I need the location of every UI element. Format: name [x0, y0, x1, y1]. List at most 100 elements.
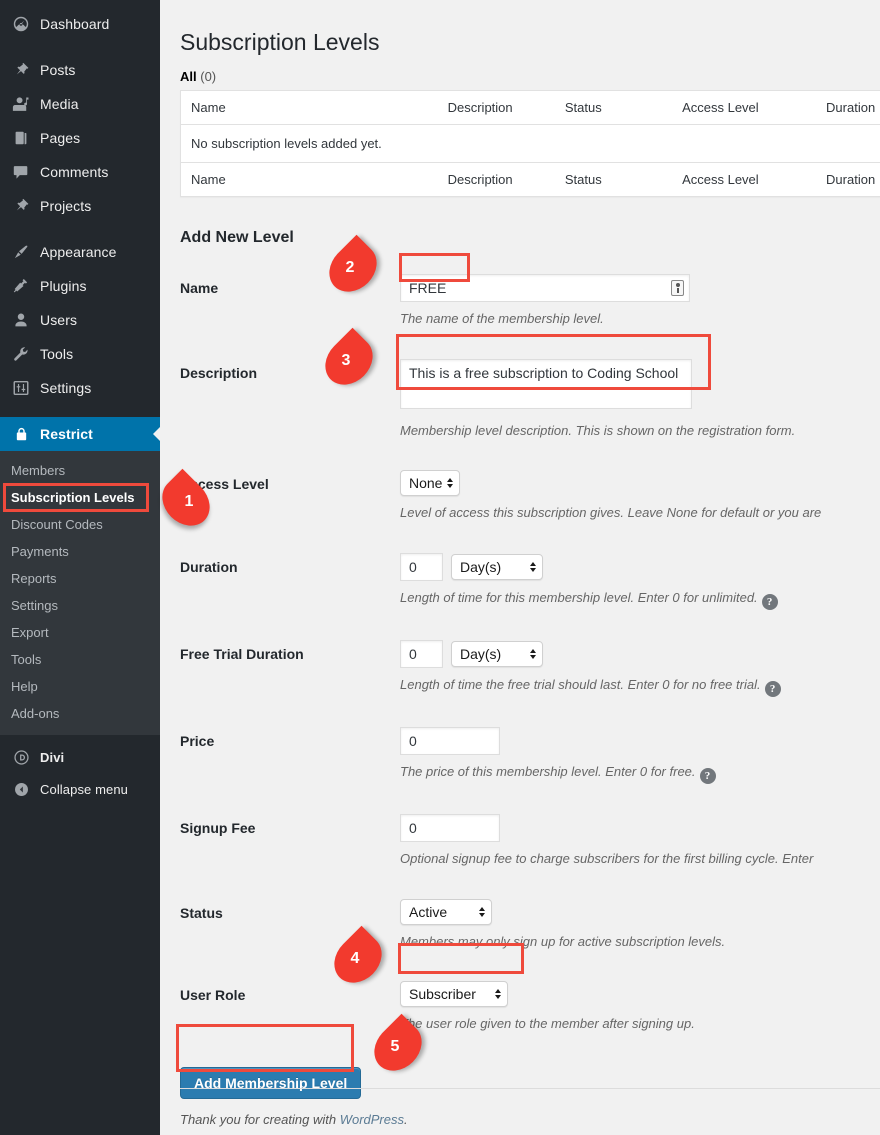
- column-footer-duration[interactable]: Duration: [816, 162, 880, 197]
- duration-unit-select[interactable]: Day(s): [451, 553, 543, 580]
- table-row: No subscription levels added yet.: [181, 125, 880, 163]
- table-body: No subscription levels added yet.: [181, 125, 880, 163]
- submenu-item-discount-codes[interactable]: Discount Codes: [0, 511, 160, 538]
- admin-sidebar: Dashboard Posts Media Pages Comments Pro…: [0, 0, 160, 1135]
- submenu-item-reports[interactable]: Reports: [0, 565, 160, 592]
- sidebar-item-label: Tools: [40, 346, 74, 362]
- free-trial-controls: Day(s): [400, 639, 880, 668]
- column-header-name[interactable]: Name: [180, 90, 438, 125]
- price-input[interactable]: [400, 727, 500, 755]
- user-role-select[interactable]: Subscriber: [400, 981, 508, 1008]
- add-membership-level-button[interactable]: Add Membership Level: [180, 1066, 362, 1099]
- sidebar-item-settings[interactable]: Settings: [0, 371, 160, 405]
- chevron-updown-icon: [530, 648, 536, 659]
- status-description: Members may only sign up for active subs…: [400, 933, 726, 949]
- submenu-item-subscription-levels[interactable]: Subscription Levels: [0, 484, 160, 511]
- plug-icon: [11, 276, 31, 296]
- column-header-duration[interactable]: Duration: [816, 90, 880, 125]
- sidebar-item-label: Comments: [40, 164, 109, 180]
- status-select[interactable]: Active: [400, 898, 492, 925]
- column-footer-name[interactable]: Name: [180, 162, 438, 197]
- submenu-item-help[interactable]: Help: [0, 673, 160, 700]
- submenu-item-settings[interactable]: Settings: [0, 592, 160, 619]
- submenu-item-tools[interactable]: Tools: [0, 646, 160, 673]
- help-icon[interactable]: ?: [761, 593, 778, 610]
- free-trial-unit-select[interactable]: Day(s): [451, 640, 543, 667]
- pin-icon: [11, 60, 31, 80]
- label-free-trial-duration: Free Trial Duration: [180, 645, 304, 662]
- submenu-item-payments[interactable]: Payments: [0, 538, 160, 565]
- sidebar-item-label: Dashboard: [40, 16, 110, 32]
- column-header-access-level[interactable]: Access Level: [672, 90, 817, 125]
- password-manager-icon[interactable]: [671, 280, 684, 296]
- sidebar-item-media[interactable]: Media: [0, 87, 160, 121]
- sidebar-item-label: Media: [40, 96, 79, 112]
- paintbrush-icon: [11, 242, 31, 262]
- sidebar-item-comments[interactable]: Comments: [0, 155, 160, 189]
- form-row-duration: Duration Day(s) Length of time for this …: [180, 538, 880, 625]
- divi-icon: [11, 747, 31, 767]
- wordpress-link[interactable]: WordPress: [340, 1112, 404, 1127]
- sidebar-item-label: Settings: [40, 380, 92, 396]
- label-user-role: User Role: [180, 987, 246, 1004]
- signup-fee-input[interactable]: [400, 814, 500, 843]
- add-new-level-heading: Add New Level: [180, 229, 294, 246]
- sidebar-item-tools[interactable]: Tools: [0, 337, 160, 371]
- add-level-form: Name The name of the membership level.: [180, 259, 880, 1049]
- description-textarea[interactable]: This is a free subscription to Coding Sc…: [400, 358, 692, 409]
- main-content: Subscription Levels All (0) Name Descrip…: [160, 0, 880, 1135]
- sidebar-item-plugins[interactable]: Plugins: [0, 269, 160, 303]
- form-row-status: Status Active Members may only sign up f…: [180, 884, 880, 967]
- price-description: The price of this membership level. Ente…: [400, 762, 880, 785]
- sidebar-item-restrict[interactable]: Restrict: [0, 417, 160, 451]
- table-foot: Name Description Status Access Level Dur…: [180, 162, 880, 197]
- column-header-status[interactable]: Status: [554, 90, 673, 125]
- submenu-item-add-ons[interactable]: Add-ons: [0, 700, 160, 727]
- help-icon[interactable]: ?: [699, 768, 716, 785]
- signup-fee-description: Optional signup fee to charge subscriber…: [400, 851, 814, 867]
- user-role-description: The user role given to the member after …: [400, 1016, 695, 1032]
- column-footer-status[interactable]: Status: [554, 162, 673, 197]
- sidebar-item-users[interactable]: Users: [0, 303, 160, 337]
- label-price: Price: [180, 733, 215, 749]
- sidebar-item-label: Collapse menu: [40, 781, 129, 797]
- sidebar-item-label: Projects: [40, 198, 92, 214]
- sidebar-item-projects[interactable]: Projects: [0, 189, 160, 223]
- label-name: Name: [180, 280, 219, 296]
- free-trial-duration-input[interactable]: [400, 639, 443, 668]
- sidebar-item-label: Divi: [40, 749, 65, 765]
- access-level-description: Level of access this subscription gives.…: [400, 505, 822, 520]
- form-row-user-role: User Role Subscriber The user role given…: [180, 966, 880, 1049]
- filter-all-link[interactable]: All: [180, 69, 197, 84]
- sidebar-item-posts[interactable]: Posts: [0, 53, 160, 87]
- sidebar-item-pages[interactable]: Pages: [0, 121, 160, 155]
- sidebar-item-dashboard[interactable]: Dashboard: [0, 7, 160, 41]
- sidebar-bottom-menu: Divi Collapse menu: [0, 735, 160, 805]
- form-row-free-trial-duration: Free Trial Duration Day(s) Length of tim…: [180, 625, 880, 712]
- table-footer-row: Name Description Status Access Level Dur…: [180, 162, 880, 197]
- table-header-row: Name Description Status Access Level Dur…: [180, 90, 880, 125]
- submenu-item-members[interactable]: Members: [0, 457, 160, 484]
- column-footer-description[interactable]: Description: [437, 162, 555, 197]
- name-input[interactable]: [400, 274, 690, 302]
- column-footer-access-level[interactable]: Access Level: [672, 162, 817, 197]
- free-trial-description: Length of time the free trial should las…: [400, 675, 880, 697]
- help-icon[interactable]: ?: [764, 681, 781, 697]
- sidebar-item-divi[interactable]: Divi: [0, 741, 160, 773]
- footer-divider: [180, 1088, 880, 1089]
- sidebar-item-label: Posts: [40, 62, 76, 78]
- sidebar-item-appearance[interactable]: Appearance: [0, 235, 160, 269]
- sidebar-item-collapse-menu[interactable]: Collapse menu: [0, 773, 160, 805]
- comment-icon: [11, 162, 31, 182]
- duration-description: Length of time for this membership level…: [400, 588, 880, 610]
- sidebar-item-label: Users: [40, 312, 78, 328]
- duration-input[interactable]: [400, 552, 443, 581]
- page-title: Subscription Levels: [180, 29, 380, 55]
- name-input-wrapper: [400, 274, 690, 302]
- access-level-select[interactable]: None: [400, 470, 461, 496]
- column-header-description[interactable]: Description: [437, 90, 555, 125]
- label-status: Status: [180, 904, 223, 921]
- description-help: Membership level description. This is sh…: [400, 422, 796, 438]
- submenu-item-export[interactable]: Export: [0, 619, 160, 646]
- chevron-updown-icon: [447, 478, 454, 488]
